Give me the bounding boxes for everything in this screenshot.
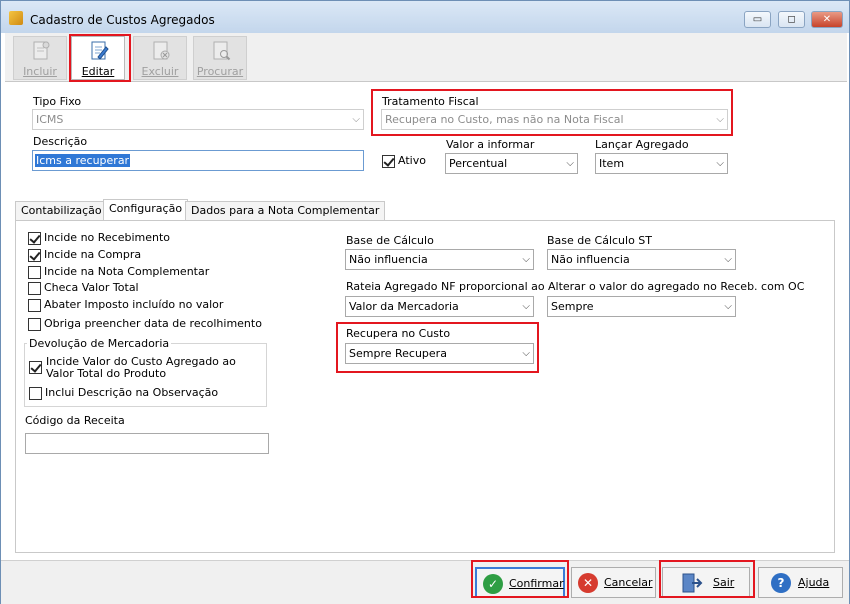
lancar-agregado-value: Item <box>599 157 625 170</box>
ativo-checkbox[interactable]: Ativo <box>382 154 426 168</box>
main-window: Cadastro de Custos Agregados ▭ ◻ ✕ Inclu… <box>0 0 850 604</box>
checkbox-icon <box>28 298 41 312</box>
descricao-value: Icms a recuperar <box>35 154 131 167</box>
toolbar: Incluir Editar Excluir Procurar <box>5 33 847 82</box>
app-icon <box>9 11 23 25</box>
abater-imposto-label: Abater Imposto incluído no valor <box>44 298 224 311</box>
base-calculo-st-value: Não influencia <box>551 253 630 266</box>
tab-configuracao[interactable]: Configuração <box>103 199 189 220</box>
window-title: Cadastro de Custos Agregados <box>30 13 215 27</box>
devolucao-title: Devolução de Mercadoria <box>27 337 172 350</box>
obriga-data-recolhimento-checkbox[interactable]: Obriga preencher data de recolhimento <box>28 317 262 331</box>
incide-nota-complementar-checkbox[interactable]: Incide na Nota Complementar <box>28 265 209 279</box>
alterar-valor-label: Alterar o valor do agregado no Receb. co… <box>548 280 805 293</box>
descricao-label: Descrição <box>33 135 88 148</box>
base-calculo-select[interactable]: Não influencia ⌵ <box>345 249 534 270</box>
base-calculo-value: Não influencia <box>349 253 428 266</box>
restore-button[interactable]: ◻ <box>778 11 805 28</box>
chevron-down-icon: ⌵ <box>522 254 530 265</box>
excluir-button[interactable]: Excluir <box>133 36 187 80</box>
tab-contabilizacao[interactable]: Contabilização <box>15 201 108 220</box>
incluir-button[interactable]: Incluir <box>13 36 67 80</box>
delete-document-icon <box>153 41 170 60</box>
chevron-down-icon: ⌵ <box>566 158 574 169</box>
checkbox-icon <box>28 231 41 245</box>
search-document-icon <box>213 41 231 61</box>
alterar-valor-select[interactable]: Sempre ⌵ <box>547 296 736 317</box>
ajuda-label: Ajuda <box>798 576 830 589</box>
tipo-fixo-select[interactable]: ICMS ⌵ <box>32 109 364 130</box>
tab-dados-nota-complementar[interactable]: Dados para a Nota Complementar <box>185 201 386 220</box>
checa-valor-total-label: Checa Valor Total <box>44 281 139 294</box>
abater-imposto-checkbox[interactable]: Abater Imposto incluído no valor <box>28 298 223 312</box>
rateia-label: Rateia Agregado NF proporcional ao <box>346 280 545 293</box>
cancelar-button[interactable]: ✕ Cancelar <box>571 567 656 598</box>
confirmar-highlight <box>471 560 569 598</box>
lancar-agregado-label: Lançar Agregado <box>595 138 689 151</box>
checkbox-icon <box>29 361 42 374</box>
incide-nota-complementar-label: Incide na Nota Complementar <box>44 265 210 278</box>
rateia-value: Valor da Mercadoria <box>349 300 459 313</box>
checkbox-icon <box>28 317 41 331</box>
checkbox-icon <box>28 281 41 295</box>
checkbox-icon <box>28 265 41 279</box>
descricao-input[interactable]: Icms a recuperar <box>32 150 364 171</box>
incide-valor-custo-checkbox[interactable]: Incide Valor do Custo Agregado ao Valor … <box>29 356 259 380</box>
cancelar-label: Cancelar <box>604 576 653 589</box>
valor-informar-value: Percentual <box>449 157 508 170</box>
incide-valor-custo-label: Incide Valor do Custo Agregado ao Valor … <box>46 355 236 380</box>
alterar-valor-value: Sempre <box>551 300 594 313</box>
tipo-fixo-label: Tipo Fixo <box>33 95 82 108</box>
valor-informar-label: Valor a informar <box>446 138 535 151</box>
ativo-label: Ativo <box>398 154 426 167</box>
title-bar: Cadastro de Custos Agregados ▭ ◻ ✕ <box>1 1 849 33</box>
incide-compra-checkbox[interactable]: Incide na Compra <box>28 248 141 262</box>
cancel-icon: ✕ <box>578 573 598 593</box>
rateia-select[interactable]: Valor da Mercadoria ⌵ <box>345 296 534 317</box>
ativo-check-icon <box>382 154 395 168</box>
configuracao-panel: Incide no Recebimento Incide na Compra I… <box>15 220 835 553</box>
minimize-button[interactable]: ▭ <box>744 11 771 28</box>
codigo-receita-input[interactable] <box>25 433 269 454</box>
incide-compra-label: Incide na Compra <box>44 248 142 261</box>
recupera-custo-highlight <box>336 322 539 373</box>
help-icon: ? <box>771 573 791 593</box>
new-document-icon <box>33 41 50 60</box>
chevron-down-icon: ⌵ <box>724 301 732 312</box>
obriga-data-recolhimento-label: Obriga preencher data de recolhimento <box>44 317 262 330</box>
chevron-down-icon: ⌵ <box>522 301 530 312</box>
inclui-descricao-checkbox[interactable]: Inclui Descrição na Observação <box>29 386 218 400</box>
lancar-agregado-select[interactable]: Item ⌵ <box>595 153 728 174</box>
excluir-label: Excluir <box>141 65 179 78</box>
checa-valor-total-checkbox[interactable]: Checa Valor Total <box>28 281 139 295</box>
incluir-label: Incluir <box>23 65 57 78</box>
valor-informar-select[interactable]: Percentual ⌵ <box>445 153 578 174</box>
procurar-button[interactable]: Procurar <box>193 36 247 80</box>
editar-highlight <box>69 34 131 82</box>
codigo-receita-label: Código da Receita <box>25 414 125 427</box>
close-button[interactable]: ✕ <box>811 11 843 28</box>
checkbox-icon <box>29 386 42 400</box>
chevron-down-icon: ⌵ <box>716 158 724 169</box>
chevron-down-icon: ⌵ <box>352 114 360 125</box>
inclui-descricao-label: Inclui Descrição na Observação <box>45 386 219 399</box>
incide-recebimento-label: Incide no Recebimento <box>44 231 171 244</box>
checkbox-icon <box>28 248 41 262</box>
base-calculo-label: Base de Cálculo <box>346 234 434 247</box>
ajuda-button[interactable]: ? Ajuda <box>758 567 843 598</box>
tipo-fixo-value: ICMS <box>36 113 64 126</box>
tratamento-fiscal-highlight <box>371 89 733 136</box>
chevron-down-icon: ⌵ <box>724 254 732 265</box>
incide-recebimento-checkbox[interactable]: Incide no Recebimento <box>28 231 170 245</box>
base-calculo-st-select[interactable]: Não influencia ⌵ <box>547 249 736 270</box>
sair-highlight <box>659 560 755 598</box>
base-calculo-st-label: Base de Cálculo ST <box>547 234 653 247</box>
devolucao-group: Devolução de Mercadoria Incide Valor do … <box>24 337 267 407</box>
procurar-label: Procurar <box>196 65 244 78</box>
